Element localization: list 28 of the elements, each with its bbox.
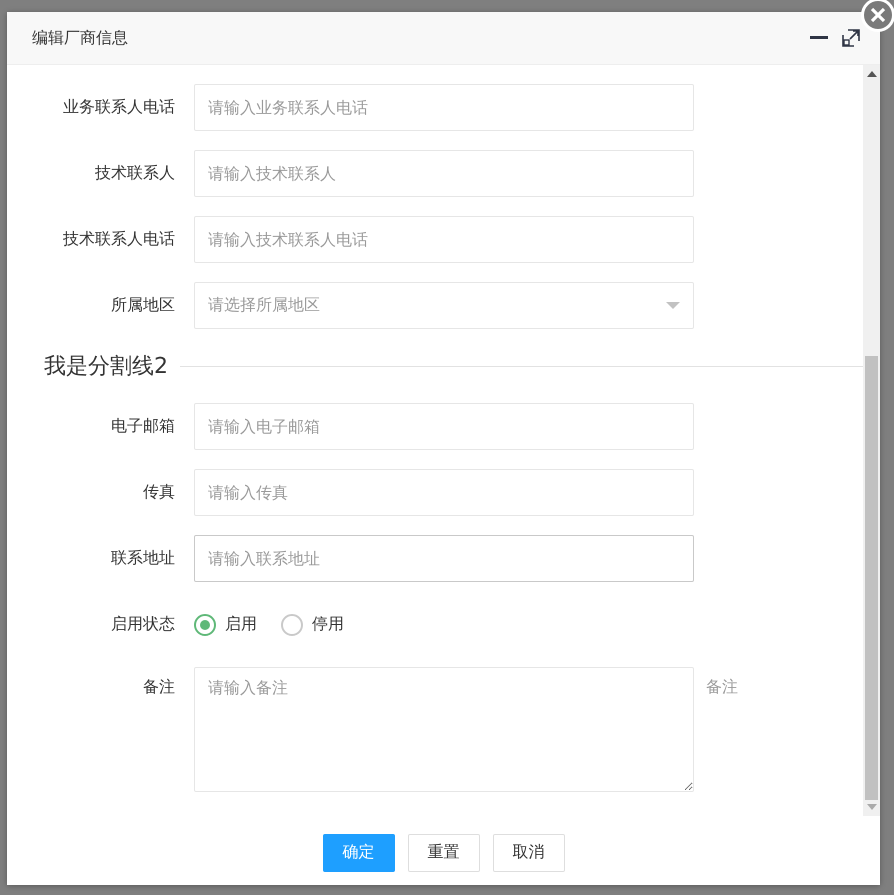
field-label: 电子邮箱 (110, 416, 176, 437)
field-label: 联系地址 (110, 548, 176, 569)
radio-option[interactable]: 启用 (194, 614, 257, 636)
field-label: 技术联系人 (94, 163, 176, 184)
field-label: 所属地区 (110, 295, 176, 316)
field-label: 技术联系人电话 (62, 229, 176, 250)
field-label: 业务联系人电话 (62, 97, 176, 118)
text-field[interactable]: 请输入技术联系人电话 (194, 216, 694, 263)
field-hint: 备注 (706, 676, 738, 698)
field-label: 备注 (142, 676, 176, 698)
scrollbar[interactable] (863, 65, 880, 816)
text-field[interactable]: 请输入联系地址 (194, 535, 694, 582)
text-field[interactable]: 请输入业务联系人电话 (194, 84, 694, 131)
field-label: 启用状态 (110, 614, 176, 635)
section-divider-title: 我是分割线2 (44, 353, 168, 381)
text-field[interactable]: 请输入传真 (194, 469, 694, 516)
close-icon[interactable] (861, 0, 894, 32)
maximize-icon[interactable] (842, 29, 860, 47)
dialog-button[interactable]: 重置 (408, 834, 480, 872)
radio-option[interactable]: 停用 (281, 614, 344, 636)
scroll-up-icon[interactable] (866, 71, 876, 77)
notes-textarea[interactable]: 请输入备注 (194, 667, 694, 792)
dropdown-caret-icon (666, 302, 680, 310)
field-label: 传真 (142, 482, 176, 503)
dialog-button[interactable]: 取消 (492, 834, 564, 872)
text-field[interactable]: 请输入电子邮箱 (194, 403, 694, 450)
dialog-title: 编辑厂商信息 (32, 28, 128, 48)
text-field[interactable]: 请输入技术联系人 (194, 150, 694, 197)
